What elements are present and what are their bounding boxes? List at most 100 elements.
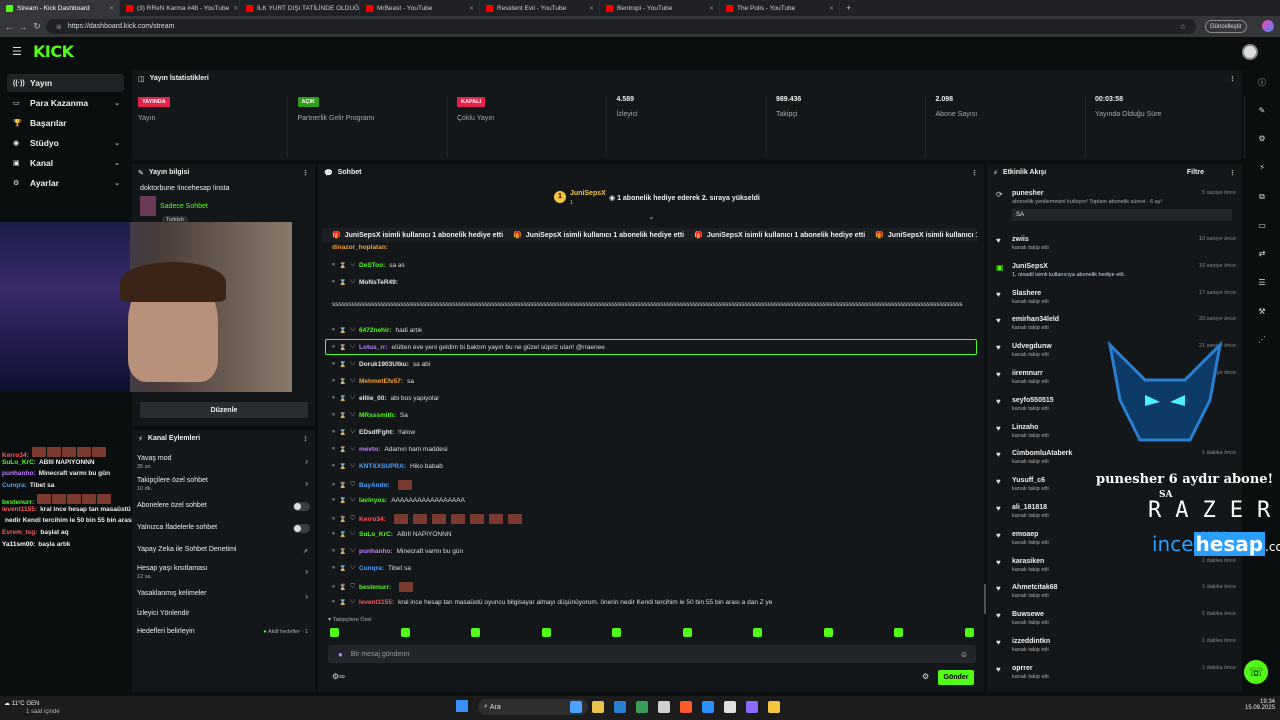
- back-icon[interactable]: ←: [2, 22, 16, 32]
- chat-message[interactable]: ⏸ ⌛ ⛉ MoNsTeR49: sssssssssssssssssssssssssss…: [332, 279, 982, 319]
- ban-icon[interactable]: ⛉: [351, 361, 356, 368]
- chat-message[interactable]: ⏸ ⌛ ⛉ elliie_00: abi bos yapiyolar: [332, 395, 982, 402]
- chat-message[interactable]: ⏸ ⌛ ⛉ bestenurr:: [332, 582, 982, 592]
- browser-tab[interactable]: Stream - Kick Dashboard ✕: [0, 0, 120, 16]
- pin-icon[interactable]: ⏸: [332, 327, 335, 334]
- pin-icon[interactable]: ⏸: [332, 482, 335, 489]
- timeout-icon[interactable]: ⌛: [339, 531, 346, 538]
- chat-message[interactable]: ⏸ ⌛ ⛉ Doruk1903Utku: sa abi: [332, 361, 982, 368]
- sidebar-item-5[interactable]: ⚙ Ayarlar ⌄: [7, 174, 124, 192]
- chat-username[interactable]: MoNsTeR49:: [359, 279, 398, 286]
- taskbar-app-icon[interactable]: [658, 701, 670, 713]
- emoji-icon[interactable]: ☺: [960, 650, 968, 659]
- ban-icon[interactable]: ⛉: [351, 599, 356, 606]
- ban-icon[interactable]: ⛉: [351, 262, 356, 269]
- ban-icon[interactable]: ⛉: [351, 463, 356, 470]
- pin-icon[interactable]: ⏸: [332, 361, 335, 368]
- pin-icon[interactable]: ⏸: [332, 584, 335, 591]
- chat-username[interactable]: SuLo_KrC:: [359, 531, 393, 538]
- ban-icon[interactable]: ⛉: [351, 279, 356, 286]
- link-icon[interactable]: ⇄: [1256, 249, 1268, 258]
- pin-icon[interactable]: ⏸: [332, 565, 335, 572]
- send-button[interactable]: Gönder: [938, 670, 974, 685]
- channel-action-item[interactable]: Abonelere özel sohbet: [137, 502, 312, 511]
- chat-message[interactable]: ⏸ ⌛ ⛉ levent1155: kral ince hesap tan masaüs…: [332, 599, 982, 606]
- pin-icon[interactable]: ⏸: [332, 516, 335, 523]
- chat-username[interactable]: Kerro34:: [359, 516, 386, 523]
- browser-tab[interactable]: (3) RReN Karma #48 - YouTube ✕: [120, 0, 240, 16]
- chat-username[interactable]: DeSToo:: [359, 262, 385, 269]
- pin-icon[interactable]: ⏸: [332, 279, 335, 286]
- pin-icon[interactable]: ⏸: [332, 395, 335, 402]
- pin-icon[interactable]: ⏸: [332, 262, 335, 269]
- tab-close-icon[interactable]: ✕: [469, 5, 474, 12]
- sidebar-item-4[interactable]: ▣ Kanal ⌄: [7, 154, 124, 172]
- browser-tab[interactable]: Resident Evil - YouTube ✕: [480, 0, 600, 16]
- update-button[interactable]: Güncelleştir: [1205, 20, 1247, 33]
- stats-more-icon[interactable]: ⋮: [1229, 75, 1236, 83]
- profile-avatar[interactable]: [1262, 20, 1274, 32]
- pencil-icon[interactable]: ✎: [1256, 106, 1268, 115]
- reload-icon[interactable]: ↻: [30, 21, 44, 32]
- timeout-icon[interactable]: ⌛: [339, 262, 346, 269]
- chat-username[interactable]: BayAndo:: [359, 482, 390, 489]
- chat-message[interactable]: ⏸ ⌛ ⛉ Kerro34:: [332, 514, 982, 524]
- ban-icon[interactable]: ⛉: [351, 516, 356, 523]
- taskbar-app-icon[interactable]: [768, 701, 780, 713]
- user-avatar[interactable]: [1242, 44, 1258, 60]
- emote-icon[interactable]: [894, 628, 903, 637]
- share-icon[interactable]: ⋰: [1256, 335, 1268, 344]
- chat-message[interactable]: ⏸ ⌛ ⛉ DeSToo: sa as: [332, 262, 982, 269]
- tab-close-icon[interactable]: ✕: [709, 5, 714, 12]
- weather-widget[interactable]: ☁ 11°C GEN: [4, 700, 39, 707]
- ban-icon[interactable]: ⛉: [351, 497, 356, 504]
- new-tab-icon[interactable]: +: [846, 3, 851, 13]
- ban-icon[interactable]: ⛉: [351, 412, 356, 419]
- channel-action-item[interactable]: İzleyici Yönlendir: [137, 610, 312, 617]
- channel-action-item[interactable]: Yavaş mod 35 sn. ›: [137, 455, 312, 470]
- chat-username[interactable]: levent1155:: [359, 599, 394, 606]
- filter-button[interactable]: Filtre: [1187, 169, 1204, 176]
- edit-stream-button[interactable]: Düzenle: [140, 402, 308, 418]
- settings-icon[interactable]: ⚙: [1256, 134, 1268, 143]
- pin-icon[interactable]: ⏸: [332, 463, 335, 470]
- pin-icon[interactable]: ⏸: [332, 548, 335, 555]
- chat-settings-icon[interactable]: ⚙: [922, 672, 929, 681]
- emote-icon[interactable]: [612, 628, 621, 637]
- chat-username[interactable]: mevto:: [359, 446, 380, 453]
- ban-icon[interactable]: ⛉: [351, 548, 356, 555]
- hamburger-menu-icon[interactable]: ☰: [12, 45, 22, 58]
- chat-message[interactable]: ⏸ ⌛ ⛉ 6472nehir: hadi artık: [332, 327, 982, 334]
- timeout-icon[interactable]: ⌛: [339, 446, 346, 453]
- chat-message[interactable]: ⏸ ⌛ ⛉ BayAndo:: [332, 480, 982, 490]
- chat-icon[interactable]: ▭: [1256, 221, 1268, 230]
- sidebar-item-1[interactable]: ▭ Para Kazanma ⌄: [7, 94, 124, 112]
- tab-close-icon[interactable]: ✕: [589, 5, 594, 12]
- taskbar-app-icon[interactable]: [724, 701, 736, 713]
- chat-username[interactable]: Doruk1903Utku:: [359, 361, 409, 368]
- pin-icon[interactable]: ⏸: [332, 599, 335, 606]
- timeout-icon[interactable]: ⌛: [339, 548, 346, 555]
- timeout-icon[interactable]: ⌛: [339, 327, 346, 334]
- lightning-icon[interactable]: ⚡: [1256, 163, 1268, 172]
- channel-action-item[interactable]: Yasaklanmış kelimeler ›: [137, 590, 312, 601]
- windows-start-icon[interactable]: [456, 700, 468, 712]
- sidebar-item-3[interactable]: ◉ Stüdyo ⌄: [7, 134, 124, 152]
- chat-username[interactable]: KNTXXSUPRA:: [359, 463, 406, 470]
- timeout-icon[interactable]: ⌛: [339, 378, 346, 385]
- ban-icon[interactable]: ⛉: [351, 395, 356, 402]
- taskbar-app-icon[interactable]: [636, 701, 648, 713]
- sidebar-item-2[interactable]: 🏆 Başarılar: [7, 114, 124, 132]
- toggle-switch[interactable]: [293, 502, 310, 511]
- toggle-switch[interactable]: [293, 524, 310, 533]
- chat-message[interactable]: ⏸ ⌛ ⛉ KNTXXSUPRA: Hiko babab: [332, 463, 982, 470]
- emote-icon[interactable]: [823, 628, 833, 637]
- taskbar-app-icon[interactable]: [680, 701, 692, 713]
- taskbar-app-icon[interactable]: [570, 701, 582, 713]
- support-chat-button[interactable]: ☏: [1244, 660, 1268, 684]
- timeout-icon[interactable]: ⌛: [339, 279, 346, 286]
- timeout-icon[interactable]: ⌛: [339, 599, 346, 606]
- channel-action-item[interactable]: Yalnızca İfadelerle sohbet: [137, 524, 312, 533]
- info-icon[interactable]: ⓘ: [1256, 77, 1268, 88]
- taskbar-app-icon[interactable]: [592, 701, 604, 713]
